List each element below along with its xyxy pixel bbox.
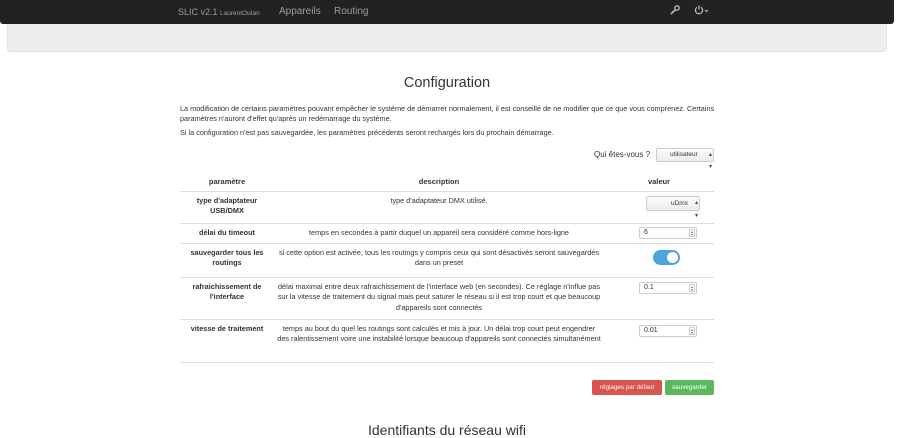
spinner-icon[interactable]: ▴ ▾: [689, 283, 695, 292]
param-desc: temps au bout du quel les routings sont …: [274, 319, 604, 363]
table-row: rafraichissement de l'interface délai ma…: [180, 277, 714, 320]
table-row: délai du timeout temps en secondes à par…: [180, 223, 714, 244]
intro-note: Si la configuration n'est pas sauvegardé…: [180, 128, 554, 137]
notification-bar: [7, 24, 887, 52]
wrench-icon[interactable]: [670, 5, 680, 18]
header-value: valeur: [604, 173, 714, 192]
spinner-icon[interactable]: ▴ ▾: [689, 228, 695, 237]
refresh-input[interactable]: 0.1 ▴ ▾: [639, 281, 697, 294]
top-navbar: SLIC v2.1 LaurentOutan Appareils Routing: [0, 0, 894, 24]
param-label: type d'adaptateur USB/DMX: [180, 191, 274, 224]
nav-link-routing[interactable]: Routing: [334, 6, 368, 17]
wifi-section-title: Identifiants du réseau wifi: [368, 422, 526, 438]
spinner-icon[interactable]: ▴ ▾: [689, 326, 695, 335]
value-cell: 0.01 ▴ ▾: [604, 319, 714, 363]
value-cell: 6 ▴ ▾: [604, 223, 714, 244]
param-label: vitesse de traitement: [180, 319, 274, 363]
timeout-input[interactable]: 6 ▴ ▾: [639, 226, 697, 239]
param-label: sauvegarder tous les routings: [180, 243, 274, 278]
adapter-value: uDmx: [671, 199, 688, 207]
page-title: Configuration: [403, 75, 491, 91]
header-desc: description: [274, 173, 604, 192]
speed-value: 0.01: [644, 326, 658, 334]
value-cell: uDmx ▴ ▾: [604, 191, 714, 224]
table-row: type d'adaptateur USB/DMX type d'adaptat…: [180, 191, 714, 224]
header-param: paramètre: [180, 173, 274, 192]
save-button[interactable]: sauvegarder: [665, 380, 714, 395]
brand[interactable]: SLIC v2.1 LaurentOutan: [178, 7, 260, 17]
refresh-value: 0.1: [644, 283, 654, 291]
value-cell: [604, 243, 714, 278]
toggle-knob: [667, 251, 678, 263]
speed-input[interactable]: 0.01 ▴ ▾: [639, 324, 697, 337]
value-cell: 0.1 ▴ ▾: [604, 277, 714, 320]
select-arrow-icon: ▴ ▾: [694, 199, 698, 219]
timeout-value: 6: [644, 228, 648, 236]
adapter-select[interactable]: uDmx ▴ ▾: [646, 195, 700, 219]
reset-defaults-button[interactable]: réglages par défaut: [592, 380, 662, 395]
power-icon[interactable]: [694, 5, 710, 18]
select-arrow-icon: ▴ ▾: [708, 152, 712, 170]
user-role-select[interactable]: utilisateur ▴ ▾: [656, 148, 714, 170]
table-header: paramètre description valeur: [180, 173, 714, 192]
save-all-routings-toggle[interactable]: [653, 249, 680, 265]
param-desc: délai maximal entre deux rafraichissemen…: [274, 277, 604, 320]
user-role-value: utilisateur: [670, 151, 698, 158]
param-desc: temps en secondes à partir duquel un app…: [274, 223, 604, 244]
intro-warning: La modification de certains paramètres p…: [180, 104, 715, 123]
brand-user: LaurentOutan: [220, 10, 260, 17]
nav-link-appareils[interactable]: Appareils: [279, 6, 321, 17]
param-label: rafraichissement de l'interface: [180, 277, 274, 320]
brand-name: SLIC v2.1: [178, 7, 218, 17]
param-label: délai du timeout: [180, 223, 274, 244]
table-row: vitesse de traitement temps au bout du q…: [180, 319, 714, 363]
who-label: Qui êtes-vous ?: [594, 150, 651, 159]
table-row: sauvegarder tous les routings si cette o…: [180, 243, 714, 278]
param-desc: si cette option est activée, tous les ro…: [274, 243, 604, 278]
param-desc: type d'adaptateur DMX utilisé.: [274, 191, 604, 224]
config-table: paramètre description valeur type d'adap…: [180, 173, 714, 363]
